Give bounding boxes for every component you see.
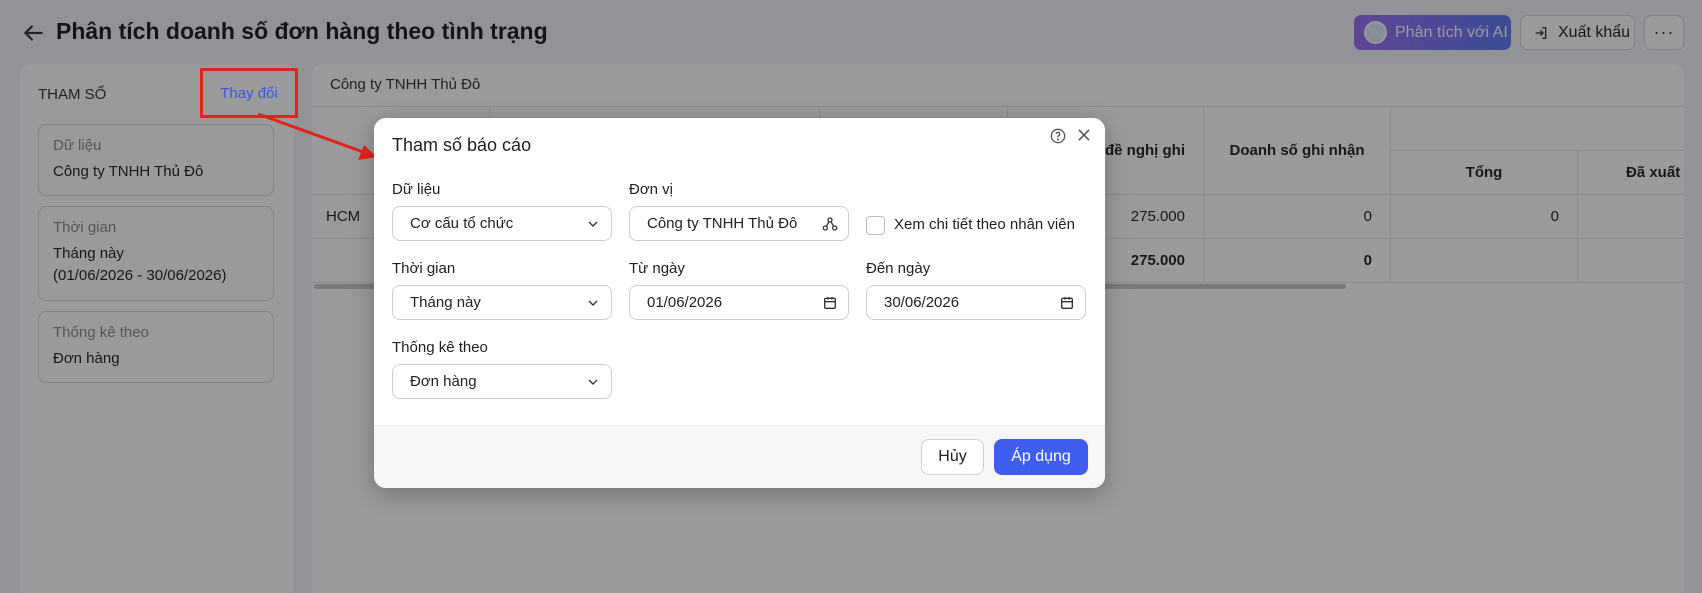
chevron-down-icon [588, 300, 598, 306]
to-date-label: Đến ngày [866, 260, 931, 277]
unit-value: Công ty TNHH Thủ Đô [647, 215, 798, 232]
detail-by-employee-label: Xem chi tiết theo nhân viên [894, 216, 1075, 233]
calendar-icon[interactable] [822, 295, 838, 311]
stat-by-value: Đơn hàng [410, 373, 477, 390]
detail-by-employee-checkbox[interactable] [866, 216, 885, 235]
unit-label: Đơn vị [629, 181, 674, 198]
change-params-link[interactable]: Thay đổi [200, 68, 298, 118]
cancel-button[interactable]: Hủy [921, 439, 984, 475]
close-icon[interactable] [1076, 127, 1092, 143]
apply-button[interactable]: Áp dụng [994, 439, 1088, 475]
help-icon[interactable] [1050, 128, 1066, 144]
from-date-input[interactable]: 01/06/2026 [629, 285, 849, 320]
org-chart-icon[interactable] [822, 216, 838, 232]
time-period-value: Tháng này [410, 294, 481, 311]
calendar-icon[interactable] [1059, 295, 1075, 311]
dialog-footer: Hủy Áp dụng [374, 425, 1105, 488]
dialog-title: Tham số báo cáo [392, 135, 532, 155]
data-source-value: Cơ cấu tổ chức [410, 215, 514, 232]
stat-by-label: Thống kê theo [392, 339, 488, 356]
chevron-down-icon [588, 221, 598, 227]
stat-by-select[interactable]: Đơn hàng [392, 364, 612, 399]
data-source-label: Dữ liệu [392, 181, 441, 198]
time-period-select[interactable]: Tháng này [392, 285, 612, 320]
time-label: Thời gian [392, 260, 456, 277]
from-date-label: Từ ngày [629, 260, 685, 277]
data-source-select[interactable]: Cơ cấu tổ chức [392, 206, 612, 241]
chevron-down-icon [588, 379, 598, 385]
from-date-value: 01/06/2026 [647, 294, 723, 311]
to-date-input[interactable]: 30/06/2026 [866, 285, 1086, 320]
report-params-dialog: Tham số báo cáo Dữ liệu Cơ cấu tổ chức Đ… [374, 118, 1105, 488]
unit-picker[interactable]: Công ty TNHH Thủ Đô [629, 206, 849, 241]
to-date-value: 30/06/2026 [884, 294, 960, 311]
